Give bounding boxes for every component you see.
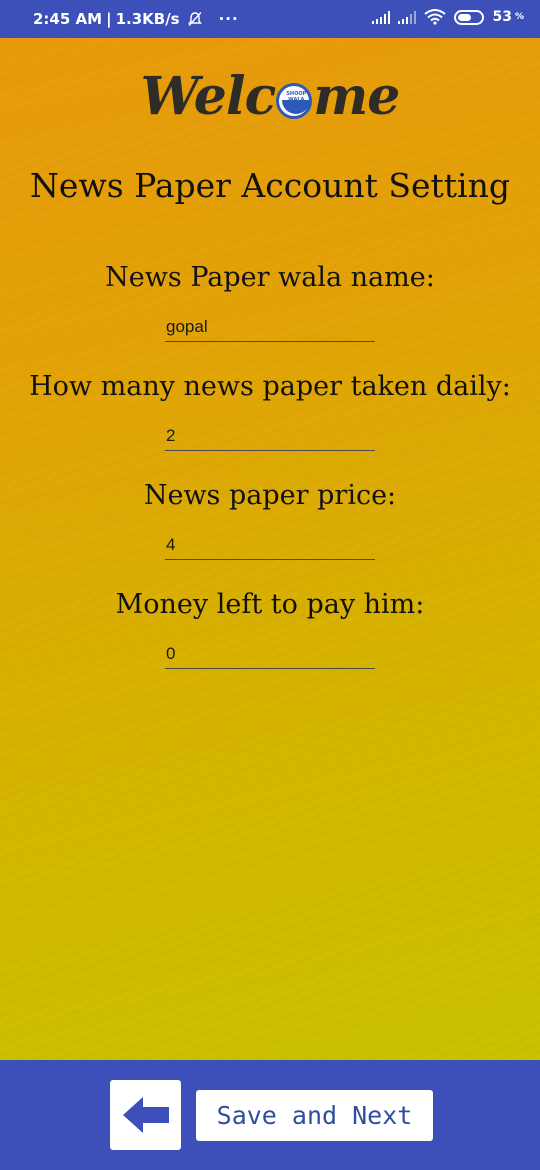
bell-off-icon	[187, 11, 203, 27]
status-separator: |	[106, 10, 112, 28]
logo-badge-text: SHOOP WALA	[286, 90, 307, 103]
price-input[interactable]	[165, 526, 375, 560]
status-time: 2:45 AM	[33, 10, 103, 28]
logo-wordmark: Welc SHOOP WALA me	[140, 66, 401, 127]
wifi-icon	[424, 9, 447, 25]
logo-text-end: me	[313, 66, 400, 127]
page-title: News Paper Account Setting	[30, 166, 510, 205]
battery-icon	[454, 9, 485, 25]
daily-count-input[interactable]	[165, 417, 375, 451]
more-dots: ···	[218, 10, 239, 28]
arrow-left-icon	[121, 1095, 171, 1135]
status-bar: 2:45 AM | 1.3KB/s ··· 53 %	[0, 0, 540, 38]
signal-icon	[398, 10, 417, 24]
name-input[interactable]	[165, 308, 375, 342]
status-left: 2:45 AM | 1.3KB/s ···	[33, 10, 239, 28]
back-button[interactable]	[110, 1080, 181, 1150]
daily-count-label: How many news paper taken daily:	[29, 371, 511, 402]
main-content: Welc SHOOP WALA me News Paper Account Se…	[0, 38, 540, 1060]
signal-icon	[372, 10, 391, 24]
battery-unit: %	[514, 12, 524, 22]
status-right: 53 %	[372, 9, 524, 25]
money-left-input[interactable]	[165, 635, 375, 669]
save-and-next-button[interactable]: Save and Next	[196, 1090, 433, 1141]
price-label: News paper price:	[143, 480, 397, 511]
bottom-bar: Save and Next	[0, 1060, 540, 1170]
logo-text-start: Welc	[140, 66, 277, 127]
logo-badge-icon: SHOOP WALA	[276, 82, 313, 119]
welcome-logo: Welc SHOOP WALA me	[0, 66, 540, 127]
battery-level: 53	[492, 9, 512, 25]
money-left-label: Money left to pay him:	[115, 589, 425, 620]
network-speed: 1.3KB/s	[115, 10, 180, 28]
name-label: News Paper wala name:	[105, 262, 435, 293]
